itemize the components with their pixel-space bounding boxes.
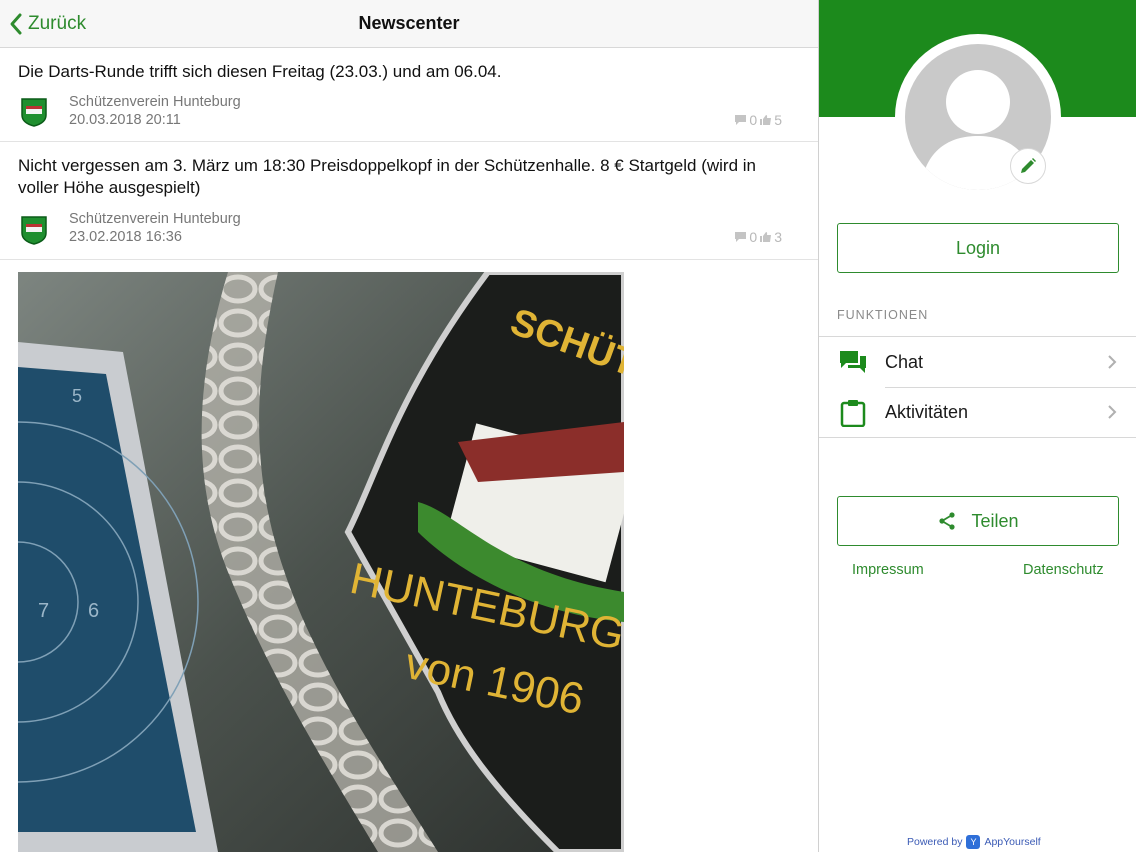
pencil-icon bbox=[1021, 158, 1036, 173]
club-logo-icon bbox=[21, 98, 47, 127]
chevron-right-icon bbox=[1108, 355, 1117, 369]
thumbs-up-icon bbox=[760, 232, 772, 242]
menu-item-aktivitaeten[interactable]: Aktivitäten bbox=[819, 387, 1136, 437]
comment-count: 0 bbox=[749, 229, 758, 245]
photo-illustration: 5 7 6 SCHÜTZEN HUNTEBURG von 1906 bbox=[18, 272, 624, 852]
comment-icon bbox=[735, 232, 747, 242]
menu-item-chat[interactable]: Chat bbox=[819, 337, 1136, 387]
edit-profile-button[interactable] bbox=[1010, 148, 1046, 184]
powered-by-label: Powered by bbox=[907, 836, 963, 848]
target-number: 7 bbox=[38, 600, 49, 622]
post-author: Schützenverein Hunteburg bbox=[69, 94, 241, 110]
post-date: 23.02.2018 16:36 bbox=[69, 229, 182, 245]
login-label: Login bbox=[955, 237, 1001, 258]
powered-by-footer[interactable]: Powered by Y AppYourself bbox=[907, 835, 1041, 849]
chat-icon bbox=[840, 351, 866, 373]
datenschutz-link[interactable]: Datenschutz bbox=[1023, 562, 1104, 578]
post-text: Nicht vergessen am 3. März um 18:30 Prei… bbox=[18, 156, 756, 197]
like-count: 3 bbox=[774, 229, 782, 245]
share-label: Teilen bbox=[971, 510, 1019, 531]
comment-icon bbox=[735, 115, 747, 125]
menu-item-label: Aktivitäten bbox=[885, 402, 969, 422]
page-title: Newscenter bbox=[358, 13, 460, 33]
post-text: Die Darts-Runde trifft sich diesen Freit… bbox=[18, 62, 502, 81]
thumbs-up-icon bbox=[760, 115, 772, 125]
appyourself-logo-icon: Y bbox=[966, 835, 981, 849]
news-post[interactable]: Die Darts-Runde trifft sich diesen Freit… bbox=[0, 48, 818, 142]
post-author: Schützenverein Hunteburg bbox=[69, 211, 241, 227]
impressum-link[interactable]: Impressum bbox=[852, 562, 924, 578]
comment-count: 0 bbox=[749, 112, 758, 128]
post-stats: 0 5 bbox=[734, 112, 782, 128]
target-number: 6 bbox=[88, 600, 99, 622]
login-button[interactable]: Login bbox=[837, 223, 1119, 273]
news-post[interactable]: Nicht vergessen am 3. März um 18:30 Prei… bbox=[0, 142, 818, 260]
news-pane: Zurück Newscenter Die Darts-Runde trifft… bbox=[0, 0, 818, 852]
powered-brand: AppYourself bbox=[984, 836, 1041, 848]
post-stats: 0 3 bbox=[734, 229, 782, 245]
menu-item-label: Chat bbox=[885, 352, 924, 372]
section-label: FUNKTIONEN bbox=[837, 308, 929, 322]
navigation-bar: Zurück Newscenter bbox=[0, 0, 818, 48]
chevron-right-icon bbox=[1108, 405, 1117, 419]
sidebar: Login FUNKTIONEN Chat Aktivitäten Teilen… bbox=[818, 0, 1136, 852]
target-number: 5 bbox=[72, 386, 82, 406]
post-photo[interactable]: 5 7 6 SCHÜTZEN HUNTEBURG von 1906 bbox=[18, 272, 624, 852]
post-date: 20.03.2018 20:11 bbox=[69, 112, 181, 128]
share-button[interactable]: Teilen bbox=[837, 496, 1119, 546]
like-count: 5 bbox=[774, 112, 782, 128]
share-icon bbox=[939, 512, 956, 530]
club-logo-icon bbox=[21, 216, 47, 245]
app-root: Zurück Newscenter Die Darts-Runde trifft… bbox=[0, 0, 1136, 852]
clipboard-icon bbox=[840, 400, 866, 427]
functions-menu: Chat Aktivitäten bbox=[819, 336, 1136, 438]
